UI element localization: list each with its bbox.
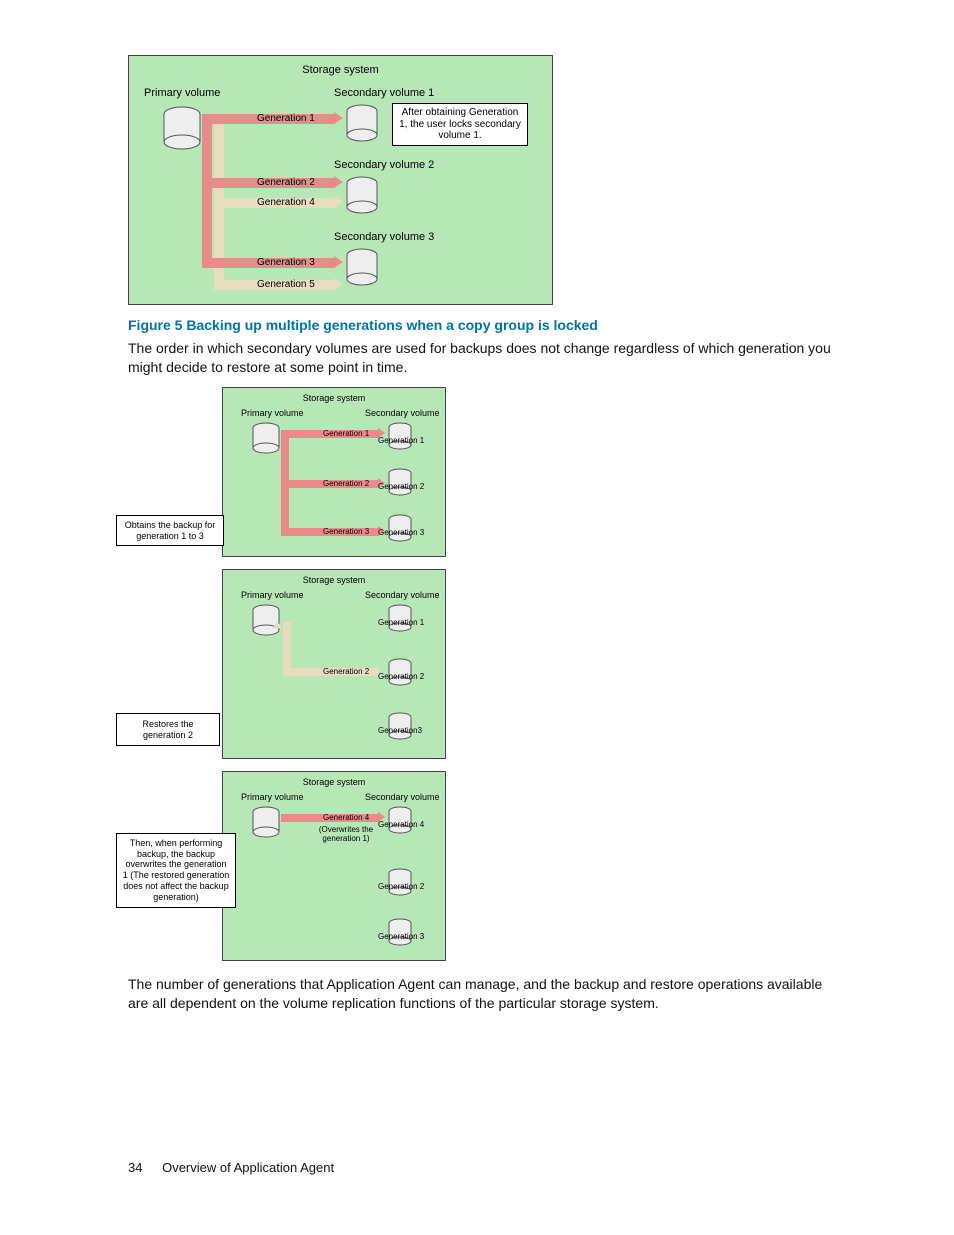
para-1: The order in which secondary volumes are… xyxy=(128,339,844,377)
p3-ow: (Overwrites the generation 1) xyxy=(313,826,379,844)
figure-caption: Figure 5 Backing up multiple generations… xyxy=(128,317,844,333)
p3-g4: Generation 4 xyxy=(323,813,369,822)
primary-cylinder-icon xyxy=(162,106,202,150)
p3-primary: Primary volume xyxy=(241,792,304,802)
gen2-label: Generation 2 xyxy=(257,177,315,188)
fig1-sec3-label: Secondary volume 3 xyxy=(334,231,434,243)
p1-rg1: Generation 1 xyxy=(378,436,424,445)
p1-rg3: Generation 3 xyxy=(378,528,424,537)
p2-rg2: Generation 2 xyxy=(378,672,424,681)
p2-sidebox: Restores the generation 2 xyxy=(116,713,220,747)
arrow-gen3-head xyxy=(334,256,343,268)
gen5-label: Generation 5 xyxy=(257,279,315,290)
fig1-sec2-label: Secondary volume 2 xyxy=(334,159,434,171)
para-2: The number of generations that Applicati… xyxy=(128,975,844,1013)
p2-g2: Generation 2 xyxy=(323,667,369,676)
panel-1: Storage system Primary volume Secondary … xyxy=(222,387,446,557)
p3-title: Storage system xyxy=(223,777,445,787)
p2-arrow-vert xyxy=(283,622,291,676)
panel-3: Storage system Primary volume Secondary … xyxy=(222,771,446,961)
sec-cylinder-1-icon xyxy=(345,104,379,142)
p1-g2: Generation 2 xyxy=(323,479,369,488)
p2-rg1: Generation 1 xyxy=(378,618,424,627)
p3-rg4: Generation 4 xyxy=(378,820,424,829)
p1-title: Storage system xyxy=(223,393,445,403)
p1-rg2: Generation 2 xyxy=(378,482,424,491)
p3-rg3: Generation 3 xyxy=(378,932,424,941)
fig1-primary-label: Primary volume xyxy=(144,87,220,99)
arrow-trunk-red xyxy=(202,124,212,268)
p1-g3: Generation 3 xyxy=(323,527,369,536)
three-panel-diagram: Storage system Primary volume Secondary … xyxy=(128,387,563,961)
p1-primary: Primary volume xyxy=(241,408,304,418)
sec-cylinder-3-icon xyxy=(345,248,379,286)
gen3-label: Generation 3 xyxy=(257,257,315,268)
footer-title: Overview of Application Agent xyxy=(162,1160,334,1175)
p3-secondary: Secondary volume xyxy=(365,792,440,802)
panel-2: Storage system Primary volume Secondary … xyxy=(222,569,446,759)
p1-sidebox: Obtains the backup for generation 1 to 3 xyxy=(116,515,224,547)
page-footer: 34 Overview of Application Agent xyxy=(128,1160,334,1175)
figure-5-diagram: Storage system Primary volume Secondary … xyxy=(128,55,553,305)
p3-primary-cyl xyxy=(251,806,281,838)
arrow-gen5-head xyxy=(334,278,343,290)
p3-sidebox: Then, when performing backup, the backup… xyxy=(116,833,236,908)
fig1-note: After obtaining Generation 1, the user l… xyxy=(392,103,528,146)
p3-rg2: Generation 2 xyxy=(378,882,424,891)
page-number: 34 xyxy=(128,1160,142,1175)
p1-g1: Generation 1 xyxy=(323,429,369,438)
gen1-label: Generation 1 xyxy=(257,113,315,124)
p2-secondary: Secondary volume xyxy=(365,590,440,600)
gen4-label: Generation 4 xyxy=(257,197,315,208)
fig1-title: Storage system xyxy=(129,64,552,76)
p2-primary: Primary volume xyxy=(241,590,304,600)
p2-primary-cyl xyxy=(251,604,281,636)
p2-rg3: Generation3 xyxy=(378,726,422,735)
fig1-sec1-label: Secondary volume 1 xyxy=(334,87,434,99)
p1-secondary: Secondary volume xyxy=(365,408,440,418)
p2-title: Storage system xyxy=(223,575,445,585)
arrow-gen4-head xyxy=(334,196,343,208)
arrow-gen1-head xyxy=(334,112,343,124)
p2-arrow-head xyxy=(273,621,283,628)
p1-trunk xyxy=(281,438,289,536)
p1-primary-cyl xyxy=(251,422,281,454)
arrow-gen2-head xyxy=(334,176,343,188)
sec-cylinder-2-icon xyxy=(345,176,379,214)
